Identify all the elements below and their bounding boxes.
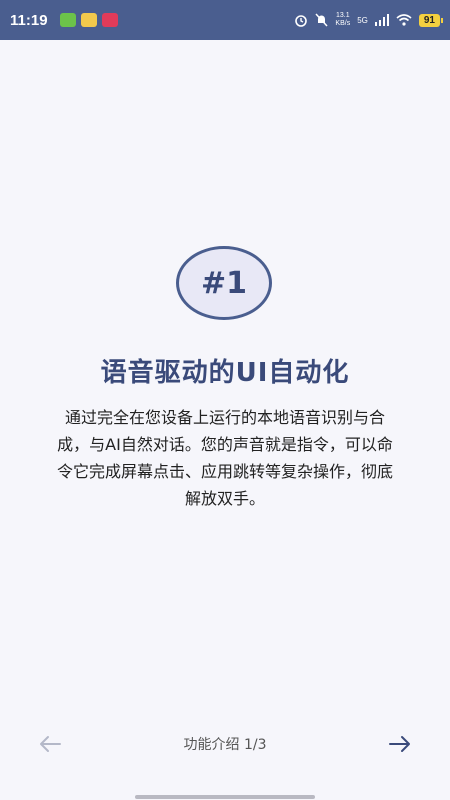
previous-button[interactable] [36, 730, 64, 758]
alarm-icon [295, 15, 308, 27]
next-button[interactable] [386, 730, 414, 758]
home-indicator[interactable] [135, 795, 315, 799]
app-notification-icon [80, 13, 97, 27]
battery-indicator: 91 [418, 13, 444, 27]
feature-title: 语音驱动的UI自动化 [100, 358, 350, 388]
status-icons: 13.1 KB/s 5G 91 [294, 12, 444, 28]
wifi-icon [396, 14, 412, 26]
app-notification-icon [59, 13, 76, 27]
signal-icon [374, 14, 389, 26]
page-indicator: 功能介绍 1/3 [183, 737, 267, 753]
network-speed: 13.1 KB/s [335, 12, 351, 27]
status-bar: 11:19 13.1 KB/s 5G 91 [0, 0, 450, 40]
app-notification-icon [101, 13, 118, 27]
feature-description: 通过完全在您设备上运行的本地语音识别与合成，与AI自然对话。您的声音就是指令，可… [56, 408, 393, 508]
arrow-left-icon [40, 736, 61, 752]
bottom-navigation: 功能介绍 1/3 [0, 726, 450, 762]
status-time: 11:19 [10, 11, 48, 29]
network-type: 5G [357, 15, 368, 25]
mute-bell-icon [315, 13, 328, 27]
arrow-right-icon [388, 736, 410, 752]
step-number: #1 [200, 265, 247, 301]
step-badge: #1 [176, 246, 272, 320]
